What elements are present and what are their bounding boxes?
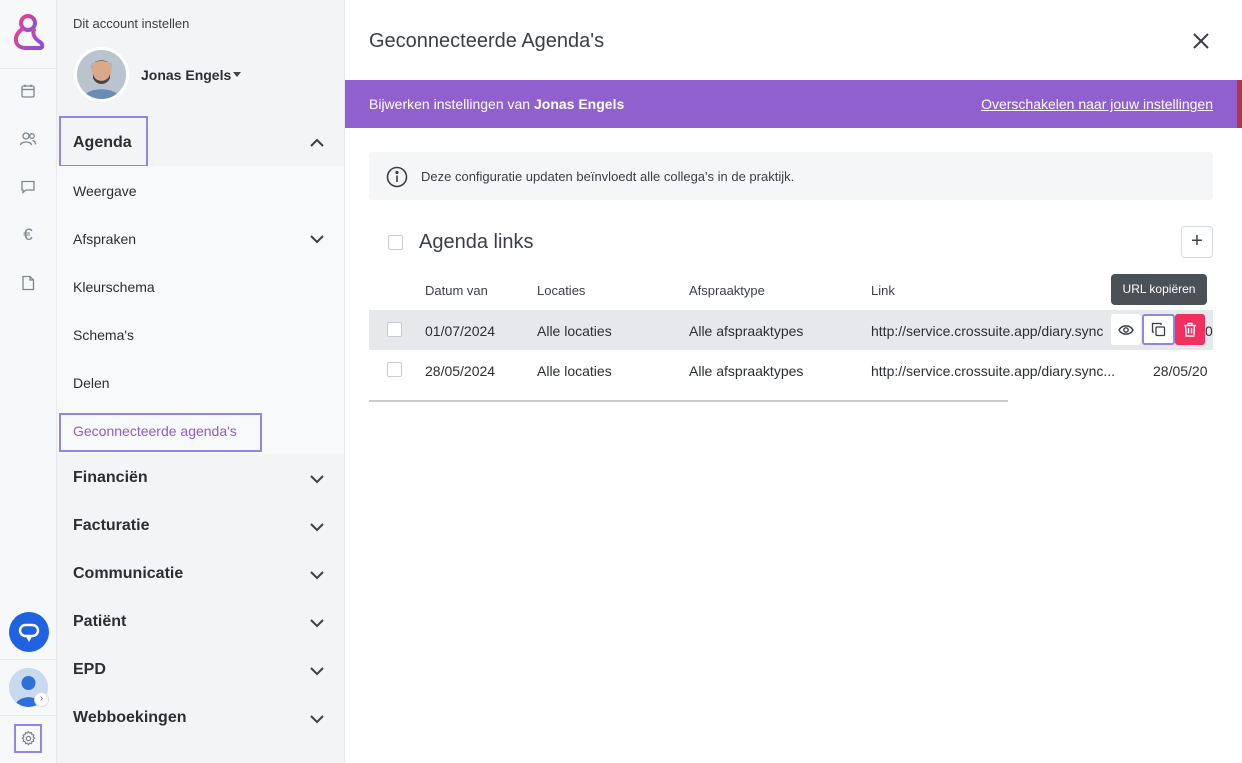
menu-section-label: Webboekingen [73,709,187,726]
eye-icon [1118,324,1134,335]
row-extra: 28/05/20 [1153,363,1208,379]
caret-down-icon[interactable] [233,72,241,77]
select-all-checkbox[interactable] [388,235,403,250]
euro-icon[interactable]: € [18,225,38,245]
info-icon [386,166,408,188]
row-location: Alle locaties [537,363,612,379]
icon-rail: € › [0,0,57,763]
copy-icon [1151,322,1166,337]
account-settings-title: Dit account instellen [73,16,190,31]
menu-item-label: Afspraken [73,231,137,247]
column-header-locaties[interactable]: Locaties [537,283,585,298]
menu-section-label: Facturatie [73,517,150,534]
rail-divider [0,659,56,660]
column-header-datum[interactable]: Datum van [425,283,488,298]
impersonation-banner: Bijwerken instellingen van Jonas Engels … [345,80,1237,128]
chevron-up-icon [310,138,324,147]
menu-section-epd[interactable]: EPD [57,647,344,695]
chevron-down-icon [310,571,324,580]
menu-section-webboekingen[interactable]: Webboekingen [57,695,344,743]
users-icon[interactable] [18,129,38,149]
banner-text: Bijwerken instellingen van Jonas Engels [369,96,624,112]
menu-item-label: Schema's [73,327,135,343]
page-title: Geconnecteerde Agenda's [369,30,605,52]
scroll-edge [1237,80,1242,128]
info-notice: Deze configuratie updaten beïnvloedt all… [369,152,1213,200]
column-header-afspraaktype[interactable]: Afspraaktype [689,283,765,298]
menu-section-label: EPD [73,661,106,678]
row-checkbox[interactable] [387,362,402,377]
chevron-down-icon [310,523,324,532]
app-logo[interactable] [10,12,46,54]
menu-section-label: Financiën [73,469,148,486]
menu-section-patient[interactable]: Patiënt [57,599,344,647]
row-type: Alle afspraaktypes [689,363,804,379]
banner-prefix: Bijwerken instellingen van [369,96,534,112]
column-header-link[interactable]: Link [871,283,895,298]
chevron-down-icon [310,235,324,244]
menu-item-label: Delen [73,375,110,391]
menu-item-schemas[interactable]: Schema's [57,311,344,359]
banner-user: Jonas Engels [533,96,625,112]
main-panel: Geconnecteerde Agenda's Bijwerken instel… [345,0,1242,763]
menu-item-afspraken[interactable]: Afspraken [57,215,344,263]
row-type: Alle afspraaktypes [689,323,804,339]
view-button[interactable] [1111,314,1141,345]
active-item-highlight-box [59,413,262,452]
document-icon[interactable] [18,273,38,293]
row-link: http://service.crossuite.app/diary.sync [871,323,1104,339]
agenda-highlight-box [59,116,148,167]
menu-item-label: Kleurschema [73,279,155,295]
chevron-down-icon [310,667,324,676]
menu-item-kleurschema[interactable]: Kleurschema [57,263,344,311]
menu-item-delen[interactable]: Delen [57,359,344,407]
chevron-down-icon [310,715,324,724]
settings-gear-button[interactable] [14,724,42,753]
menu-item-label: Weergave [73,183,137,199]
copy-url-button[interactable] [1142,314,1175,345]
rail-divider [0,715,56,716]
gear-icon [20,731,36,746]
switch-settings-link[interactable]: Overschakelen naar jouw instellingen [981,96,1213,112]
chevron-right-icon[interactable]: › [34,692,49,707]
table-row[interactable]: 01/07/2024 Alle locaties Alle afspraakty… [369,310,1213,350]
row-checkbox[interactable] [387,322,402,337]
horizontal-scrollbar[interactable] [369,400,1008,402]
menu-item-weergave[interactable]: Weergave [57,167,344,215]
row-date: 28/05/2024 [425,363,496,379]
row-link: http://service.crossuite.app/diary.sync.… [871,363,1116,379]
delete-button[interactable] [1175,314,1205,345]
chevron-down-icon [310,619,324,628]
calendar-icon[interactable] [18,81,38,101]
add-link-button[interactable]: + [1181,226,1213,258]
chevron-down-icon [310,475,324,484]
row-extra: 0 [1205,323,1213,339]
close-icon[interactable] [1189,29,1213,53]
settings-menu: Dit account instellen Jonas Engels Agend… [57,0,345,763]
support-chat-button[interactable] [9,612,49,652]
rail-divider [0,68,56,69]
menu-section-communicatie[interactable]: Communicatie [57,551,344,599]
trash-icon [1184,322,1196,337]
user-name-dropdown[interactable]: Jonas Engels [141,67,231,83]
menu-section-facturatie[interactable]: Facturatie [57,503,344,551]
table-row[interactable]: 28/05/2024 Alle locaties Alle afspraakty… [369,350,1213,390]
chat-icon[interactable] [18,177,38,197]
copy-url-tooltip: URL kopiëren [1111,274,1207,305]
menu-section-label: Communicatie [73,565,184,582]
menu-section-label: Patiënt [73,613,127,630]
info-text: Deze configuratie updaten beïnvloedt all… [421,169,795,184]
row-location: Alle locaties [537,323,612,339]
section-title: Agenda links [419,231,534,253]
user-avatar [74,47,129,102]
menu-section-financien[interactable]: Financiën [57,455,344,503]
row-date: 01/07/2024 [425,323,496,339]
